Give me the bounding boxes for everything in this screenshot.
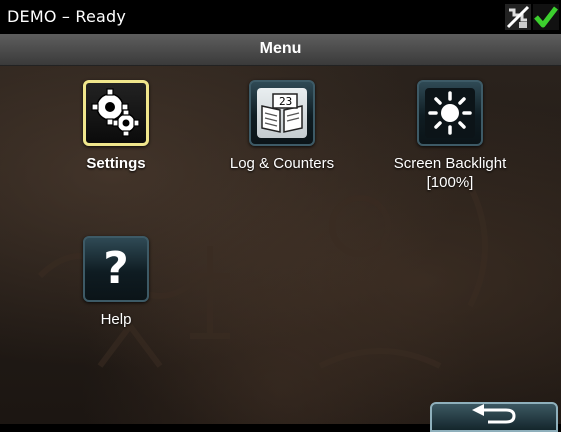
status-text: DEMO – Ready bbox=[7, 7, 127, 26]
menu-item-log-counters[interactable]: 23 Log & Counters bbox=[208, 80, 356, 173]
log-counters-tile[interactable]: 23 bbox=[249, 80, 315, 146]
menu-item-screen-backlight[interactable]: Screen Backlight [100%] bbox=[370, 80, 530, 192]
page-title: Menu bbox=[259, 40, 302, 57]
menu-item-label: Log & Counters bbox=[229, 155, 335, 172]
menu-item-label: Screen Backlight bbox=[393, 155, 507, 172]
menu-area: Settings 23 Log & Counters Screen Backli… bbox=[0, 66, 561, 424]
back-arrow-icon bbox=[472, 404, 516, 424]
question-icon: ? bbox=[103, 243, 129, 294]
help-tile[interactable]: ? bbox=[83, 236, 149, 302]
menu-item-settings[interactable]: Settings bbox=[66, 80, 166, 173]
counter-digits: 23 bbox=[279, 95, 292, 108]
menu-item-label: Help bbox=[100, 311, 132, 328]
network-disconnected-icon bbox=[505, 4, 531, 30]
backlight-level: [100%] bbox=[426, 174, 474, 191]
settings-tile[interactable] bbox=[83, 80, 149, 146]
gears-icon bbox=[91, 88, 140, 137]
sun-icon bbox=[425, 88, 475, 138]
menu-item-label: Settings bbox=[86, 155, 146, 172]
log-book-icon: 23 bbox=[257, 88, 307, 138]
back-button[interactable] bbox=[430, 402, 558, 432]
title-bar: Menu bbox=[0, 34, 561, 66]
status-bar: DEMO – Ready bbox=[0, 0, 561, 34]
check-icon bbox=[533, 4, 559, 30]
menu-item-help[interactable]: ? Help bbox=[66, 236, 166, 329]
screen-backlight-tile[interactable] bbox=[417, 80, 483, 146]
